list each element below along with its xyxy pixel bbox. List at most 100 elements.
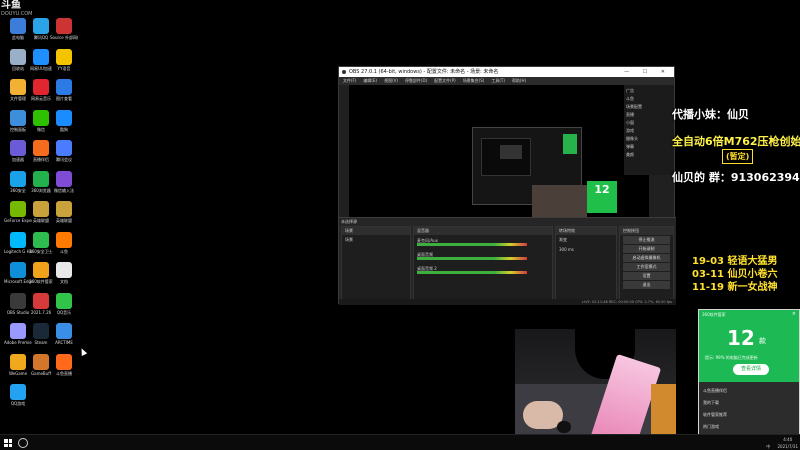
snack-bag <box>651 384 676 434</box>
obs-source-list[interactable]: 广告 斗鱼 场景配置 直播 小窗 游戏 摄像头 弹幕 美颜 <box>624 85 674 175</box>
obs-menu-item[interactable]: 帮助(H) <box>512 78 526 83</box>
nested-green-panel <box>563 134 577 154</box>
desktop-icon-label: 斗鱼直播 <box>56 370 72 376</box>
obs-app-icon <box>342 70 346 74</box>
obs-control-button[interactable]: 退出 <box>623 281 670 289</box>
close-icon[interactable]: × <box>792 311 796 317</box>
app-icon <box>33 292 49 309</box>
desktop-icon[interactable]: 文档 <box>50 262 78 296</box>
source-item[interactable]: 游戏 <box>626 127 672 135</box>
app-icon <box>56 353 72 370</box>
transitions-title: 转场特效 <box>556 227 616 235</box>
obs-menu-item[interactable]: 视图(V) <box>384 78 398 83</box>
desktop-icon[interactable]: 酷狗 <box>50 109 78 144</box>
desktop-icon[interactable]: Source 外部网络 <box>50 18 78 52</box>
source-item[interactable]: 直播 <box>626 111 672 119</box>
popup-update-count: 12 <box>727 326 755 350</box>
desktop-icon-label: 斗鱼 <box>60 248 68 254</box>
source-item[interactable]: 弹幕 <box>626 143 672 151</box>
source-item[interactable]: 摄像头 <box>626 135 672 143</box>
app-icon <box>33 353 49 370</box>
popup-list-item[interactable]: 我的下载 <box>703 400 719 406</box>
view-details-button[interactable]: 查看详情 <box>733 364 769 375</box>
tray-language[interactable]: 中 <box>766 443 770 450</box>
app-icon <box>56 48 72 65</box>
desktop-icon-label: 微信输入法 <box>54 187 74 193</box>
app-icon <box>33 170 49 187</box>
controls-title: 控制按钮 <box>620 227 673 235</box>
software-manager-popup[interactable]: 360软件管家 × 12 款 提示: 99% 的电脑已完成更新 查看详情 斗鱼直… <box>698 309 800 450</box>
desktop-icon[interactable]: 腾讯会议 <box>50 140 78 174</box>
nested-preview-inner <box>481 138 531 176</box>
source-item[interactable]: 斗鱼 <box>626 95 672 103</box>
obs-control-button[interactable]: 启动虚拟摄像机 <box>623 254 670 262</box>
obs-menu-item[interactable]: 场景集合(S) <box>463 78 485 83</box>
obs-control-button[interactable]: 开始录制 <box>623 245 670 253</box>
mixer-meter-3[interactable] <box>417 271 527 274</box>
obs-menu-item[interactable]: 配置文件(P) <box>434 78 456 83</box>
transition-duration[interactable]: 300 ms <box>556 245 616 254</box>
popup-list-item[interactable]: 软件管家推荐 <box>703 412 727 418</box>
preview-popup-number: 12 <box>594 183 610 196</box>
scene-item[interactable]: 场景 <box>342 235 410 245</box>
search-icon[interactable] <box>18 438 28 448</box>
app-icon <box>10 292 26 309</box>
app-icon <box>10 231 26 248</box>
desktop-icon[interactable]: YY语音 <box>50 48 78 83</box>
mixer-meter-2[interactable] <box>417 257 527 260</box>
popup-list-item[interactable]: 斗鱼直播伴侣 <box>703 388 727 394</box>
system-tray[interactable]: 中 4:40 2021/7/31 <box>766 435 798 450</box>
obs-menu-item[interactable]: 工具(T) <box>491 78 505 83</box>
app-icon <box>33 18 49 34</box>
obs-menu-item[interactable]: 文件(F) <box>343 78 356 83</box>
popup-update-unit: 款 <box>759 337 766 345</box>
app-icon <box>56 140 72 156</box>
app-icon <box>33 48 49 65</box>
scenes-panel[interactable]: 场景 场景 <box>341 226 411 304</box>
app-icon <box>10 140 26 156</box>
desktop-icon-label: QQ音乐 <box>56 309 72 315</box>
obs-window[interactable]: OBS 27.0.1 (64-bit, windows) - 配置文件: 未命名… <box>338 66 676 305</box>
app-icon <box>10 384 26 400</box>
source-item[interactable]: 场景配置 <box>626 103 672 111</box>
desktop-icon[interactable]: ARCTIME <box>50 323 78 357</box>
obs-control-button[interactable]: 设置 <box>623 272 670 280</box>
app-icon <box>10 79 26 95</box>
preview-popup: 12 <box>587 181 617 213</box>
app-icon <box>56 201 72 217</box>
tray-time: 4:40 <box>783 437 793 442</box>
desktop-icon[interactable]: QQ音乐 <box>50 292 78 327</box>
obs-control-button[interactable]: 停止推流 <box>623 236 670 244</box>
obs-menu-item[interactable]: 编辑(E) <box>363 78 377 83</box>
windows-start-button[interactable] <box>4 439 12 447</box>
source-item[interactable]: 小窗 <box>626 119 672 127</box>
window-controls[interactable]: — ☐ ✕ <box>624 67 671 77</box>
source-item[interactable]: 美颜 <box>626 151 672 159</box>
desktop-icon[interactable]: 斗鱼直播 <box>50 353 78 388</box>
app-icon <box>33 231 49 248</box>
obs-menu-item[interactable]: 停靠部件(D) <box>405 78 427 83</box>
obs-dock: 未选择源 场景 场景 混音器 麦克风/Aux 桌面音频 桌面音频 2 转场特效 … <box>339 217 676 305</box>
tray-date: 2021/7/31 <box>777 444 798 449</box>
desktop-icon[interactable]: QQ游戏 <box>4 384 32 418</box>
mixer-panel[interactable]: 混音器 麦克风/Aux 桌面音频 桌面音频 2 <box>413 226 553 304</box>
source-item[interactable]: 广告 <box>626 87 672 95</box>
app-icon <box>10 170 26 187</box>
app-icon <box>10 323 26 339</box>
desktop-icon[interactable]: 微信输入法 <box>50 170 78 205</box>
app-icon <box>56 231 72 248</box>
obs-control-button[interactable]: 工作室模式 <box>623 263 670 271</box>
obs-titlebar[interactable]: OBS 27.0.1 (64-bit, windows) - 配置文件: 未命名… <box>339 67 674 77</box>
overlay-group-number: 仙贝的 群：913062394 <box>672 171 800 184</box>
transitions-panel[interactable]: 转场特效 渐变 300 ms <box>555 226 617 304</box>
desktop-icon[interactable]: 英雄联盟 <box>50 201 78 235</box>
overlay-slogan: 全自动6倍M762压枪创始人 <box>672 135 800 148</box>
transition-name[interactable]: 渐变 <box>556 235 616 245</box>
desktop-icon-label: 图片查看 <box>56 96 72 101</box>
popup-list-item[interactable]: 热门游戏 <box>703 424 719 430</box>
desktop-icon[interactable]: 斗鱼 <box>50 231 78 266</box>
mixer-meter-1[interactable] <box>417 243 527 246</box>
desktop-icon-label: 文档 <box>60 279 68 284</box>
overlay-streamer-name: 代播小妹：仙贝 <box>672 108 749 121</box>
desktop-icon[interactable]: 图片查看 <box>50 79 78 113</box>
